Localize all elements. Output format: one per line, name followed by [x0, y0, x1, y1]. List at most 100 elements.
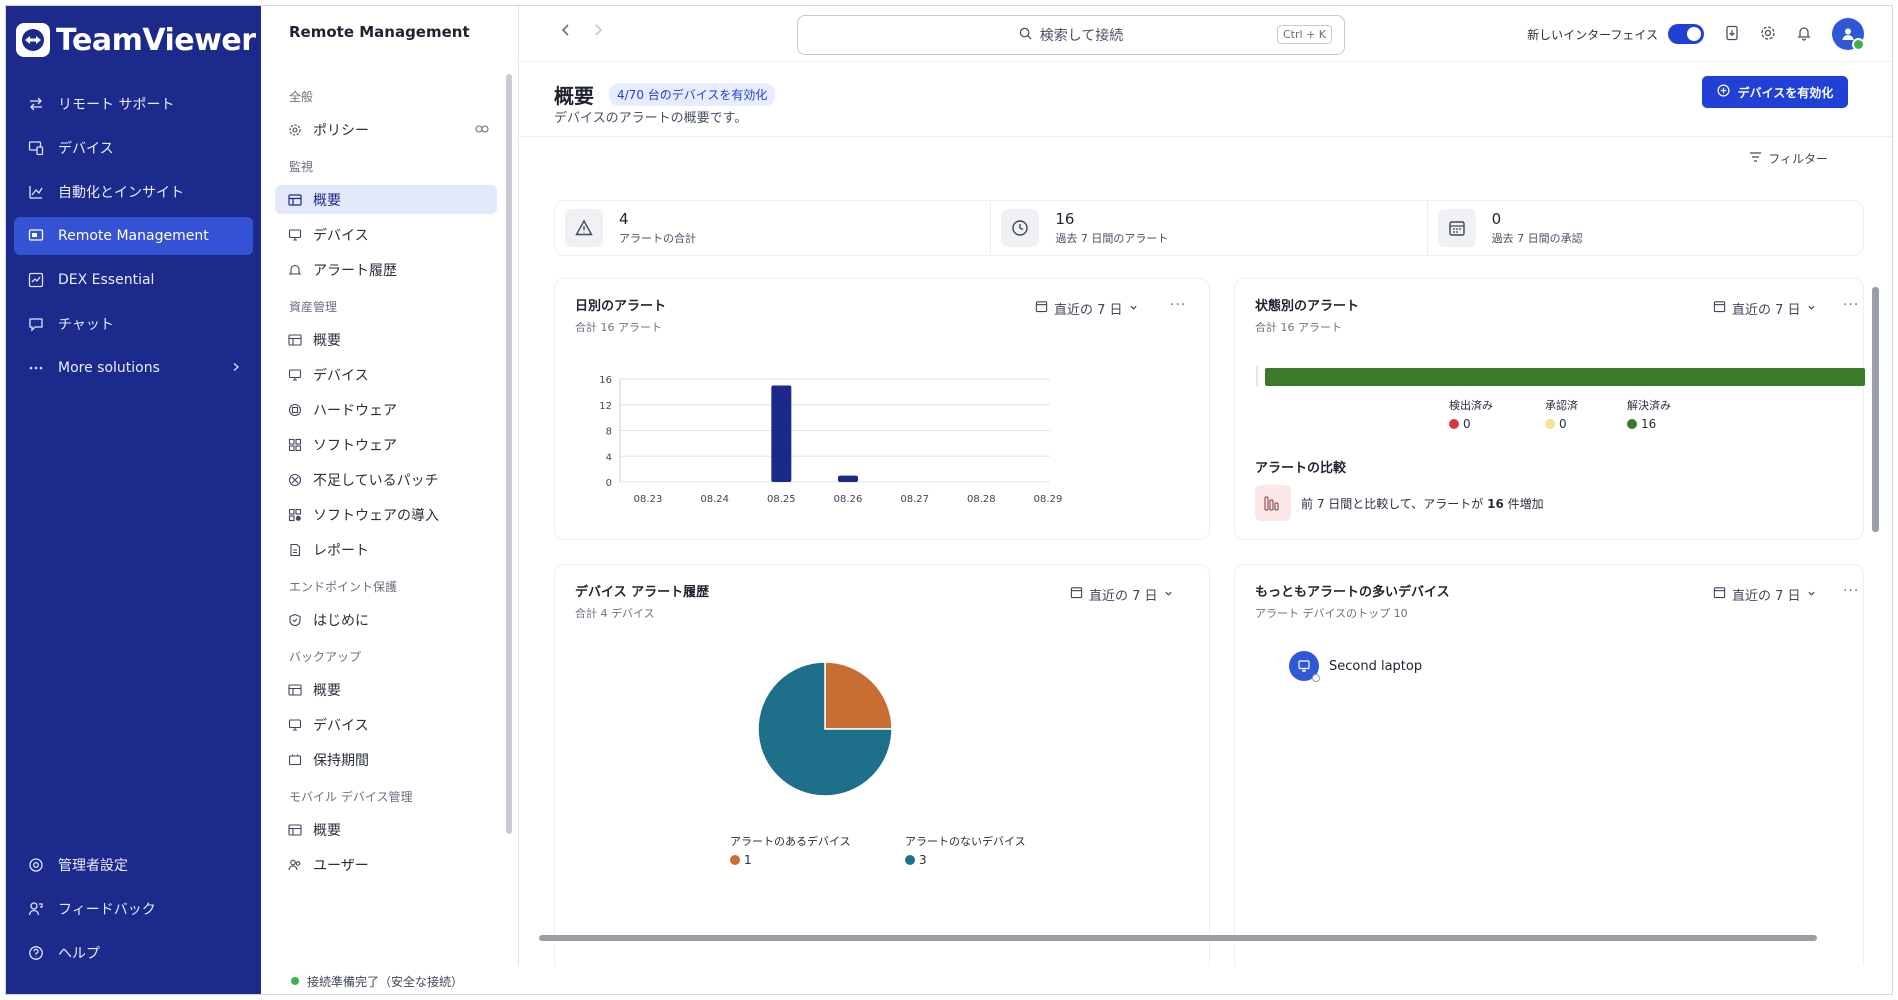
forward-arrow-icon[interactable] [591, 22, 605, 41]
comparison-bars-icon [1255, 485, 1291, 521]
y-tick-label: 4 [606, 452, 612, 463]
subnav-item-retention[interactable]: 保持期間 [275, 745, 497, 774]
subnav-section-title: 監視 [289, 160, 314, 174]
subnav-scrollbar[interactable] [506, 74, 512, 834]
subnav-item-label: ポリシー [313, 122, 369, 139]
users-icon [287, 857, 303, 873]
nav-item-dex[interactable]: DEX Essential [14, 261, 253, 299]
nav-item-devices[interactable]: デバイス [14, 129, 253, 167]
comparison-text-post: 件増加 [1503, 497, 1544, 511]
bar[interactable] [771, 385, 792, 482]
user-avatar[interactable] [1832, 18, 1865, 51]
back-arrow-icon[interactable] [559, 22, 573, 41]
feedback-icon [26, 899, 46, 919]
legend-label: アラートのあるデバイス [730, 835, 851, 848]
legend-label: アラートのないデバイス [905, 835, 1026, 848]
card-subtitle: 合計 16 アラート [1255, 321, 1342, 334]
subnav-item-software[interactable]: ソフトウェア [275, 430, 497, 459]
legend-value: 1 [744, 853, 752, 867]
gear-icon[interactable] [1760, 25, 1776, 44]
activate-device-button[interactable]: デバイスを有効化 [1702, 76, 1848, 108]
stat-label: アラートの合計 [619, 232, 696, 245]
subnav-item-label: レポート [313, 542, 369, 559]
subnav-item-overview[interactable]: 概要 [275, 325, 497, 354]
stat-value: 4 [619, 210, 629, 228]
date-range-label: 直近の 7 日 [1732, 589, 1801, 604]
date-range-dropdown[interactable]: 直近の 7 日 [1070, 585, 1173, 604]
subnav-item-hardware[interactable]: ハードウェア [275, 395, 497, 424]
clock-icon [1001, 209, 1040, 247]
gear-icon [287, 122, 303, 138]
subnav-item-label: ハードウェア [313, 402, 397, 419]
nav-item-arrows-swap[interactable]: リモート サポート [14, 85, 253, 123]
subnav-title: Remote Management [289, 23, 470, 41]
subnav-item-software-deploy[interactable]: ソフトウェアの導入 [275, 500, 497, 529]
nav-item-label: チャット [58, 317, 114, 333]
subnav-item-overview[interactable]: 概要 [275, 815, 497, 844]
teamviewer-logo[interactable]: TeamViewer [16, 20, 256, 60]
pie-slice[interactable] [824, 661, 893, 730]
link-icon[interactable] [475, 122, 489, 138]
download-icon[interactable] [1724, 25, 1740, 44]
subnav-item-shield[interactable]: はじめに [275, 605, 497, 634]
x-tick-label: 08.23 [634, 494, 663, 505]
offline-status-dot [1312, 674, 1320, 682]
subnav-item-report[interactable]: レポート [275, 535, 497, 564]
arrows-swap-icon [26, 94, 46, 114]
history-arrows [559, 22, 605, 41]
subnav-item-overview[interactable]: 概要 [275, 185, 497, 214]
subnav-item-missing-patch[interactable]: 不足しているパッチ [275, 465, 497, 494]
nav-item-automation[interactable]: 自動化とインサイト [14, 173, 253, 211]
user-icon [1842, 28, 1854, 40]
status-segment[interactable] [1265, 368, 1865, 386]
date-range-dropdown[interactable]: 直近の 7 日 [1035, 299, 1138, 318]
calendar-icon [1070, 586, 1083, 603]
page-title: 概要 [554, 84, 594, 108]
more-options-icon[interactable]: ··· [1843, 297, 1859, 313]
legend-dot-red [1449, 419, 1459, 429]
search-connect-input[interactable]: 検索して接続 Ctrl + K [797, 15, 1345, 55]
logo-text: TeamViewer [56, 22, 256, 58]
subnav-item-label: 概要 [313, 682, 341, 699]
date-range-dropdown[interactable]: 直近の 7 日 [1713, 299, 1816, 318]
bell-icon[interactable] [1796, 25, 1812, 44]
comparison-text-pre: 前 7 日間と比較して、アラートが [1301, 497, 1488, 511]
report-icon [287, 542, 303, 558]
device-list-item[interactable]: Second laptop [1289, 651, 1422, 682]
subnav-item-users[interactable]: ユーザー [275, 850, 497, 879]
nav-bottom: 管理者設定フィードバック ヘルプ [6, 846, 261, 978]
main-vertical-scrollbar[interactable] [1872, 287, 1879, 532]
nav-item-chat[interactable]: チャット [14, 305, 253, 343]
new-interface-toggle[interactable] [1668, 24, 1704, 44]
card-subtitle: 合計 16 アラート [575, 321, 662, 334]
filter-button[interactable]: フィルター [1749, 150, 1828, 167]
main-horizontal-scrollbar[interactable] [539, 935, 1817, 941]
subnav-item-monitor[interactable]: デバイス [275, 710, 497, 739]
nav-item-admin-settings[interactable]: 管理者設定 [14, 846, 253, 884]
subnav-item-overview[interactable]: 概要 [275, 675, 497, 704]
subnav-item-label: アラート履歴 [313, 262, 397, 279]
nav-item-label: 自動化とインサイト [58, 185, 184, 201]
app-window: TeamViewer リモート サポート デバイス 自動化とインサイト Remote … [5, 5, 1893, 995]
subnav-item-monitor[interactable]: デバイス [275, 360, 497, 389]
more-options-icon[interactable]: ··· [1843, 583, 1859, 599]
legend-label: 解決済み [1627, 399, 1671, 412]
nav-item-label: 管理者設定 [58, 858, 128, 874]
monitor-icon [287, 717, 303, 733]
more-options-icon[interactable]: ··· [1170, 297, 1186, 313]
bar[interactable] [838, 475, 858, 482]
subnav-item-alert-history[interactable]: アラート履歴 [275, 255, 497, 284]
nav-item-remote-management[interactable]: Remote Management [14, 217, 253, 255]
subnav-item-label: 保持期間 [313, 752, 369, 769]
subnav-item-gear[interactable]: ポリシー [275, 115, 497, 144]
chevron-down-icon [1807, 587, 1816, 602]
date-range-dropdown[interactable]: 直近の 7 日 [1713, 585, 1816, 604]
calendar-icon [1713, 586, 1726, 603]
calendar-icon [1713, 300, 1726, 317]
subnav-item-monitor[interactable]: デバイス [275, 220, 497, 249]
nav-item-feedback[interactable]: フィードバック [14, 890, 253, 928]
nav-item-help[interactable]: ヘルプ [14, 934, 253, 972]
x-tick-label: 08.26 [834, 494, 863, 505]
nav-item-more[interactable]: More solutions [14, 349, 253, 387]
subnav-section-title: バックアップ [289, 650, 362, 664]
